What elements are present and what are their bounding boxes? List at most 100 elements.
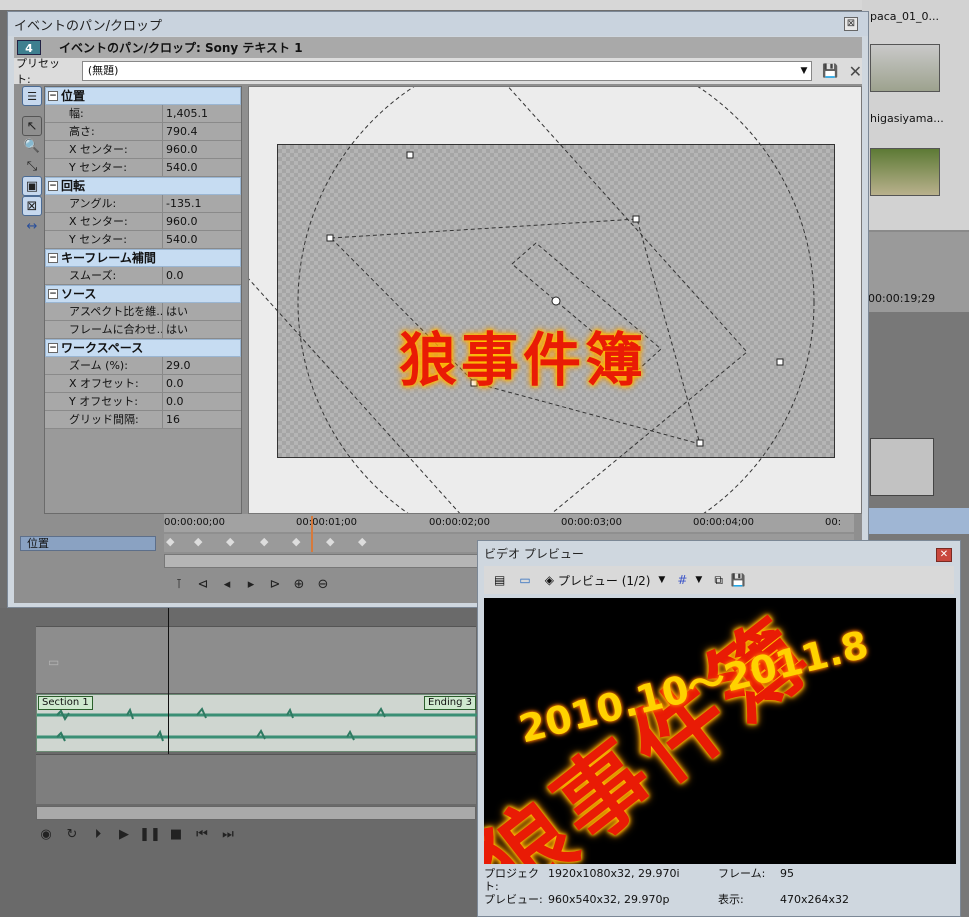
chevron-down-icon[interactable]: ▼ [658,575,665,585]
collapse-icon[interactable]: − [48,253,58,263]
property-value[interactable]: 540.0 [163,159,198,176]
property-row[interactable]: Y オフセット: 0.0 [45,393,241,411]
chevron-down-icon[interactable]: ▼ [800,62,807,80]
property-value[interactable]: 0.0 [163,375,184,392]
property-row[interactable]: X センター: 960.0 [45,141,241,159]
pancrop-canvas[interactable]: 狼事件簿 [248,86,862,514]
first-keyframe-icon[interactable]: ⊲ [193,574,213,594]
pointer-icon[interactable]: ↖ [22,116,42,136]
chevron-down-icon[interactable]: ▼ [695,575,702,585]
copy-snapshot-icon[interactable]: ⧉ [714,573,723,588]
keyframe-icon[interactable]: ◆ [194,535,202,548]
play-button[interactable]: ▶ [114,824,134,844]
keyframe-icon[interactable]: ◆ [358,535,366,548]
property-value[interactable]: 540.0 [163,231,198,248]
keyframe-icon[interactable]: ◆ [326,535,334,548]
section-header[interactable]: − キーフレーム補間 [45,249,241,267]
section-header[interactable]: − ワークスペース [45,339,241,357]
remove-keyframe-icon[interactable]: ⊖ [313,574,333,594]
keyframe-icon[interactable]: ◆ [260,535,268,548]
property-value[interactable]: 960.0 [163,213,198,230]
property-row[interactable]: フレームに合わせ... はい [45,321,241,339]
collapse-icon[interactable]: − [48,91,58,101]
monitor-icon[interactable]: ▭ [519,573,530,587]
prev-keyframe-icon[interactable]: ◂ [217,574,237,594]
keyframe-icon[interactable]: ◆ [226,535,234,548]
last-keyframe-icon[interactable]: ⊳ [265,574,285,594]
close-icon[interactable]: ✕ [936,548,952,562]
sync-cursor-icon[interactable]: ⊺ [169,574,189,594]
property-name: X オフセット: [45,375,163,392]
property-value[interactable]: 960.0 [163,141,198,158]
properties-icon[interactable]: ▤ [494,573,505,587]
property-value[interactable]: はい [163,303,188,320]
keyframe-icon[interactable]: ◆ [292,535,300,548]
marker-section[interactable]: Section 1 [38,696,93,710]
audio-track[interactable] [36,754,476,804]
stop-button[interactable]: ■ [166,824,186,844]
track-position[interactable]: 位置 [20,536,156,551]
property-value[interactable]: はい [163,321,188,338]
section-header[interactable]: − ソース [45,285,241,303]
property-value[interactable]: -135.1 [163,195,201,212]
size-about-center-icon[interactable]: ⊠ [22,196,42,216]
preview-mode[interactable]: プレビュー (1/2) [558,572,651,589]
next-frame-button[interactable]: ⏭ [218,824,238,844]
collapse-icon[interactable]: − [48,289,58,299]
pancrop-title-bar[interactable]: イベントのパン/クロップ ⊠ [8,12,868,36]
prev-frame-button[interactable]: ⏮ [192,824,212,844]
property-row[interactable]: ズーム (%): 29.0 [45,357,241,375]
save-icon[interactable]: 💾 [822,64,838,79]
snap-icon[interactable]: ⤡ [22,156,42,176]
property-row[interactable]: スムーズ: 0.0 [45,267,241,285]
section-header[interactable]: − 位置 [45,87,241,105]
property-value[interactable]: 0.0 [163,267,184,284]
preset-select[interactable]: (無題) ▼ [81,61,813,81]
add-keyframe-icon[interactable]: ⊕ [289,574,309,594]
property-row[interactable]: X オフセット: 0.0 [45,375,241,393]
collapse-icon[interactable]: − [48,343,58,353]
lock-aspect-icon[interactable]: ▣ [22,176,42,196]
play-from-start-button[interactable]: ⏵ [88,824,108,844]
pause-button[interactable]: ❚❚ [139,824,161,844]
media-thumbnail[interactable] [870,44,940,92]
keyframe-icon[interactable]: ◆ [166,535,174,548]
move-free-icon[interactable]: ↔ [22,216,42,236]
video-clip[interactable] [862,508,969,534]
grid-icon[interactable]: # [677,573,687,587]
property-value[interactable]: 1,405.1 [163,105,208,122]
audio-clip[interactable] [36,694,477,752]
section-header[interactable]: − 回転 [45,177,241,195]
property-row[interactable]: アスペクト比を維... はい [45,303,241,321]
property-row[interactable]: Y センター: 540.0 [45,231,241,249]
property-row[interactable]: X センター: 960.0 [45,213,241,231]
record-button[interactable]: ◉ [36,824,56,844]
property-value[interactable]: 790.4 [163,123,198,140]
delete-icon[interactable]: ✕ [849,62,862,81]
property-row[interactable]: 高さ: 790.4 [45,123,241,141]
playhead[interactable] [311,516,313,552]
video-preview-window: ビデオ プレビュー ✕ ▤ ▭ ◈ プレビュー (1/2) ▼ # ▼ ⧉ 💾 … [477,540,961,917]
timeline-scrollbar[interactable] [36,806,476,820]
properties-icon[interactable]: ☰ [22,86,42,106]
media-thumbnail[interactable] [870,148,940,196]
clip-thumbnail[interactable] [870,438,934,496]
loop-button[interactable]: ↻ [62,824,82,844]
property-row[interactable]: グリッド間隔: 16 [45,411,241,429]
preview-title-bar[interactable]: ビデオ プレビュー [478,541,960,566]
property-value[interactable]: 29.0 [163,357,191,374]
collapse-icon[interactable]: − [48,181,58,191]
property-value[interactable]: 16 [163,411,180,428]
next-keyframe-icon[interactable]: ▸ [241,574,261,594]
property-value[interactable]: 0.0 [163,393,184,410]
video-track[interactable]: ▭ [36,626,476,694]
zoom-icon[interactable]: 🔍 [22,136,42,156]
close-icon[interactable]: ⊠ [844,17,858,31]
marker-ending[interactable]: Ending 3 [424,696,477,710]
property-row[interactable]: 幅: 1,405.1 [45,105,241,123]
info-value: 960x540x32, 29.970p [548,893,670,906]
split-screen-icon[interactable]: ◈ [545,573,554,587]
property-row[interactable]: Y センター: 540.0 [45,159,241,177]
property-row[interactable]: アングル: -135.1 [45,195,241,213]
save-snapshot-icon[interactable]: 💾 [731,573,746,587]
